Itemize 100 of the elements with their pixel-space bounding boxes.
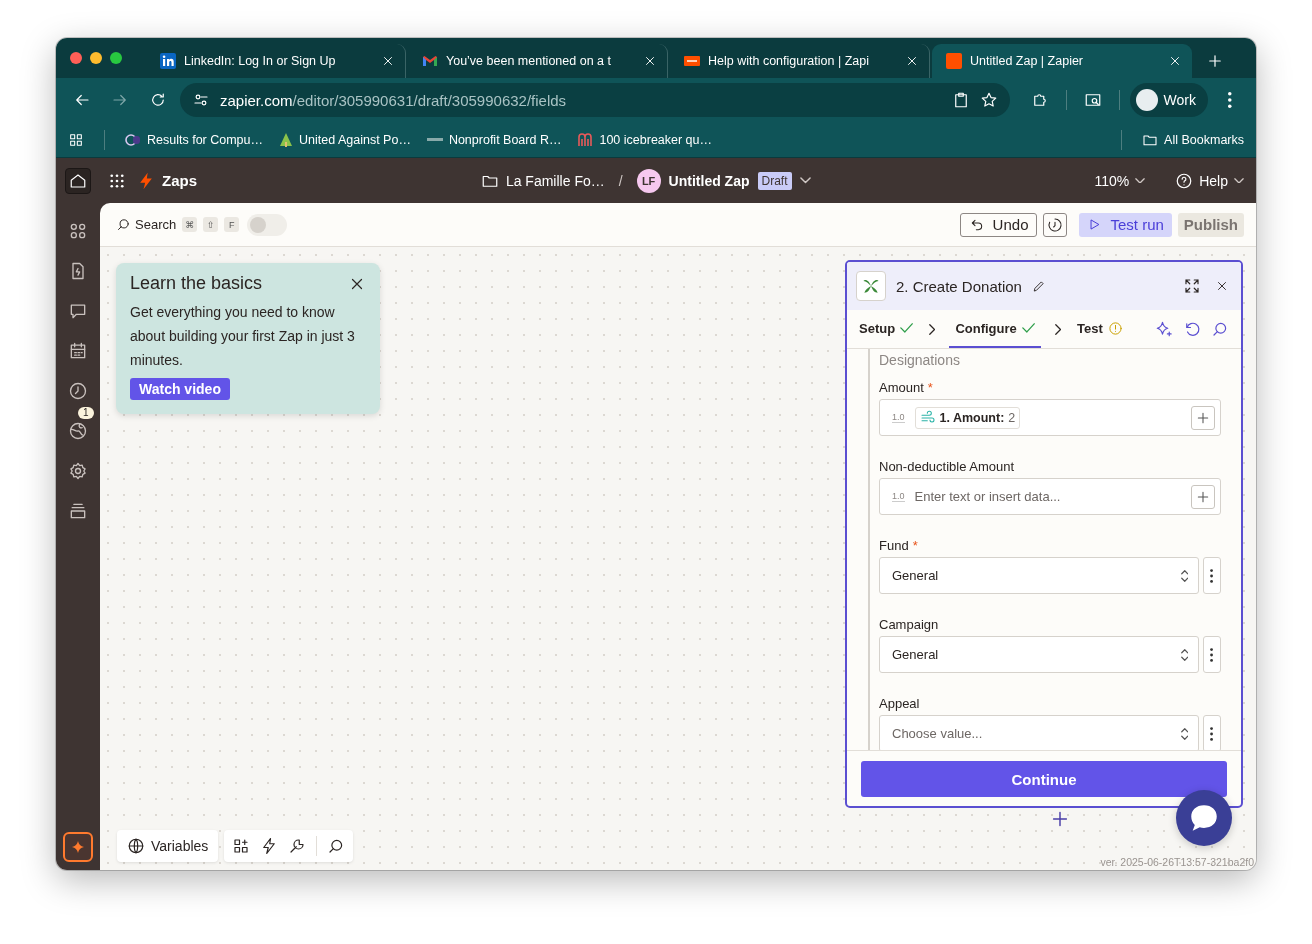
all-bookmarks-button[interactable]: All Bookmarks: [1142, 131, 1244, 148]
apps-button[interactable]: [68, 131, 84, 148]
linkedin-icon: [160, 53, 176, 69]
breadcrumb-separator: /: [618, 172, 623, 189]
kebab-icon: [1210, 647, 1214, 662]
step-tab[interactable]: Setup: [857, 310, 916, 348]
toggle-switch[interactable]: [247, 213, 288, 236]
bookmark[interactable]: Nonprofit Board R…: [426, 132, 562, 147]
shortcut-key: F: [224, 217, 240, 232]
required-mark: *: [912, 538, 918, 553]
reload-icon: [149, 91, 167, 109]
ai-button[interactable]: [1155, 320, 1173, 338]
close-tab-button[interactable]: [1168, 54, 1182, 68]
rail-button[interactable]: [67, 460, 89, 482]
plus-icon: [1206, 52, 1224, 70]
add-app-button[interactable]: [232, 837, 251, 855]
more-button[interactable]: [1203, 557, 1221, 594]
close-window-button[interactable]: [70, 52, 82, 64]
refresh-icon: [1183, 320, 1201, 338]
placeholder-text: Enter text or insert data...: [914, 489, 1061, 504]
close-tab-button[interactable]: [381, 54, 395, 68]
rename-button[interactable]: [1031, 279, 1046, 293]
chevron-down-icon: [1234, 177, 1244, 184]
minimize-window-button[interactable]: [90, 52, 102, 64]
help-menu[interactable]: Help: [1175, 171, 1244, 190]
close-panel-button[interactable]: [1215, 279, 1229, 293]
url-text: zapier.com/editor/305990631/draft/305990632/fields: [220, 91, 568, 109]
home-button[interactable]: [65, 168, 91, 194]
new-tab-button[interactable]: [1206, 52, 1224, 70]
grid-plus-icon: [232, 837, 251, 855]
step-tab[interactable]: Configure: [949, 310, 1041, 348]
search-button[interactable]: Search: [116, 217, 177, 232]
kebab-icon: [1210, 568, 1214, 583]
close-icon: [643, 54, 657, 68]
close-icon: [905, 54, 919, 68]
select-field[interactable]: Choose value...: [879, 715, 1199, 750]
continue-button[interactable]: Continue: [861, 761, 1227, 797]
folder-link[interactable]: La Famille Fo…: [480, 171, 605, 190]
close-tab-button[interactable]: [643, 54, 657, 68]
section-heading: Designations: [879, 351, 961, 368]
mail-icon: [422, 53, 438, 69]
zoom-window-button[interactable]: [110, 52, 122, 64]
field-label: Amount: [879, 380, 924, 395]
type-tag: 1.0: [892, 491, 905, 502]
tip-title: Learn the basics: [130, 273, 263, 294]
copilot-button[interactable]: [63, 832, 93, 862]
select-field[interactable]: General: [879, 557, 1199, 594]
refresh-button[interactable]: [1183, 320, 1201, 338]
tools-button[interactable]: [288, 837, 307, 855]
help-icon: [1175, 171, 1194, 190]
zap-menu-button[interactable]: [799, 177, 811, 184]
bookmark[interactable]: United Against Po…: [279, 131, 411, 148]
sparkle-icon: [1155, 320, 1173, 338]
expand-button[interactable]: [1183, 277, 1201, 295]
rail-button[interactable]: [67, 380, 89, 402]
up-down-icon: [1180, 727, 1188, 740]
test-run-button[interactable]: Test run: [1079, 212, 1172, 237]
address-bar[interactable]: zapier.com/editor/305990631/draft/305990632/fields: [180, 83, 1010, 117]
gear-icon: [68, 461, 88, 481]
search-icon: [1211, 320, 1229, 338]
field-label: Fund: [879, 538, 909, 553]
apps-icon: [68, 221, 88, 241]
chevron-right-icon: [1054, 323, 1062, 335]
browser-tab[interactable]: Untitled Zap | Zapier: [932, 44, 1192, 78]
tree-icon: [279, 131, 293, 148]
up-down-icon: [1180, 648, 1188, 661]
history-button[interactable]: [1043, 212, 1068, 237]
publish-button[interactable]: Publish: [1177, 212, 1244, 237]
select-field[interactable]: General: [879, 636, 1199, 673]
zoom-menu[interactable]: 110%: [1094, 172, 1146, 189]
bookmark[interactable]: 100 icebreaker qu…: [577, 131, 713, 148]
variables-button[interactable]: Variables: [117, 830, 219, 862]
field-label: Campaign: [879, 617, 939, 632]
watch-video-button[interactable]: Watch video: [130, 378, 230, 400]
bookmark[interactable]: Results for Compu…: [125, 131, 263, 148]
selected-value: General: [892, 568, 940, 583]
input-field[interactable]: 1.0 Enter text or insert data...: [879, 478, 1221, 515]
type-tag: 1.0: [892, 412, 905, 423]
step-tab[interactable]: Test: [1075, 310, 1125, 348]
menu-icon: [1228, 92, 1232, 108]
user-avatar: LF: [636, 168, 661, 193]
avatar-icon: [1135, 89, 1158, 111]
chat-button[interactable]: [1176, 790, 1232, 846]
placeholder-text: Choose value...: [892, 726, 984, 741]
input-field[interactable]: 1.0 1. Amount: 2: [879, 399, 1221, 436]
tip-text: Get everything you need to know about building your first Zap in just 3 minutes.: [130, 303, 356, 370]
close-icon: [1168, 54, 1182, 68]
field-label: Non-deductible Amount: [879, 459, 1015, 474]
close-tab-button[interactable]: [905, 54, 919, 68]
profile-button[interactable]: Work: [1129, 83, 1208, 117]
rail-button[interactable]: [67, 420, 89, 442]
undo-button[interactable]: Undo: [959, 212, 1038, 237]
sparkle-icon: [70, 839, 86, 855]
search-icon: [116, 217, 131, 232]
more-button[interactable]: [1203, 636, 1221, 673]
data-pill[interactable]: 1. Amount: 2: [914, 406, 1021, 429]
history-icon: [1047, 216, 1064, 233]
more-button[interactable]: [1203, 715, 1221, 750]
apps-icon: [68, 131, 84, 148]
globe-icon: [127, 837, 145, 855]
